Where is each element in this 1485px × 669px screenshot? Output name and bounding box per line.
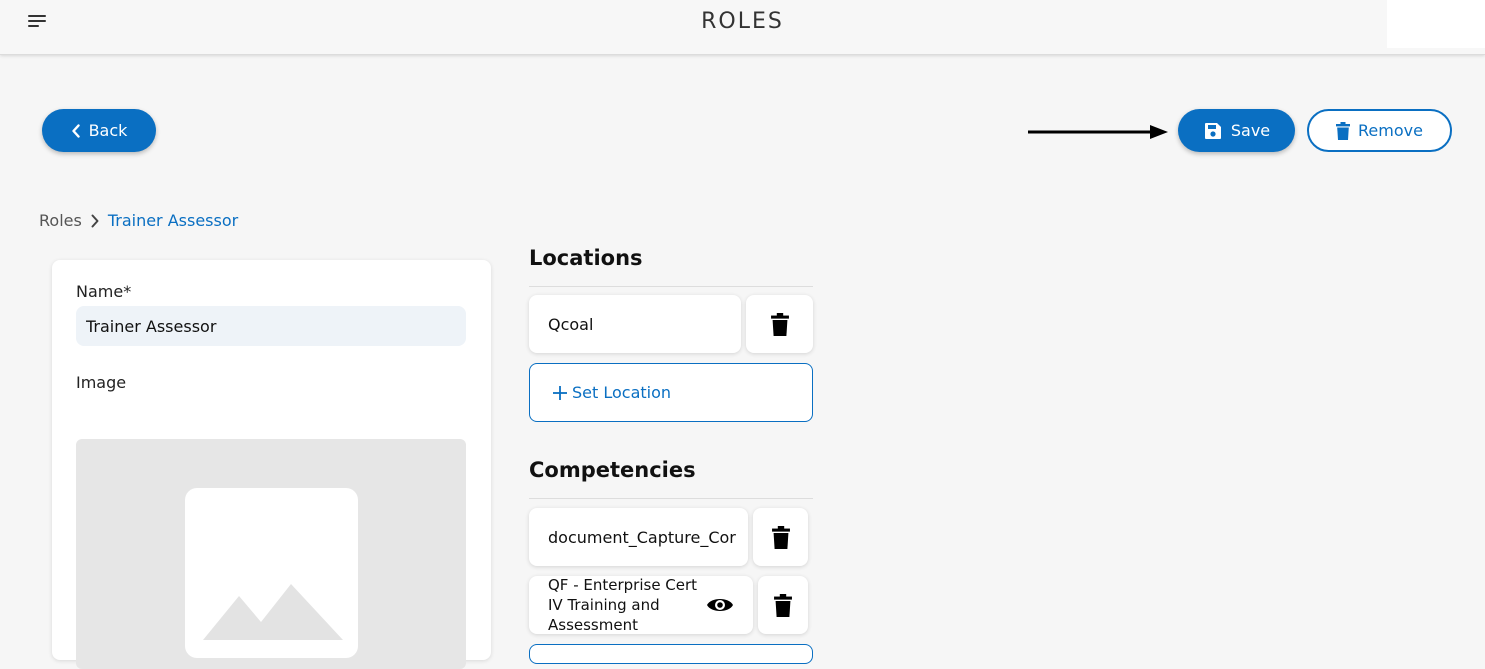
competency-item-label: document_Capture_Cor <box>548 527 736 547</box>
top-bar: ROLES <box>0 0 1485 55</box>
image-label: Image <box>76 373 127 392</box>
page-title: ROLES <box>701 9 784 34</box>
image-upload-area[interactable] <box>76 439 466 669</box>
image-placeholder-icon <box>203 584 343 640</box>
plus-icon <box>553 385 567 400</box>
role-form-card: Name* Image <box>52 260 491 669</box>
name-label: Name* <box>76 282 132 301</box>
chevron-left-icon <box>71 123 80 138</box>
locations-divider <box>529 286 813 287</box>
competency-delete-button[interactable] <box>753 508 808 566</box>
eye-icon[interactable] <box>706 595 734 615</box>
breadcrumb-current: Trainer Assessor <box>107 211 239 230</box>
trash-icon <box>771 525 790 549</box>
top-right-panel <box>1387 0 1485 48</box>
chevron-right-icon <box>91 214 99 227</box>
back-button-label: Back <box>88 121 128 140</box>
image-placeholder <box>185 488 358 658</box>
location-delete-button[interactable] <box>746 295 813 353</box>
set-location-label: Set Location <box>572 383 672 402</box>
trash-icon <box>770 312 789 336</box>
remove-button[interactable]: Remove <box>1307 109 1452 152</box>
trash-icon <box>774 593 792 617</box>
competency-delete-button[interactable] <box>758 576 808 634</box>
breadcrumb-roles-link[interactable]: Roles <box>39 211 82 230</box>
location-item: Qcoal <box>529 295 741 353</box>
add-competency-button[interactable] <box>529 644 813 664</box>
competency-item-label: QF - Enterprise Cert IV Training and Ass… <box>548 576 698 634</box>
save-button[interactable]: Save <box>1178 109 1295 152</box>
remove-button-label: Remove <box>1358 121 1423 140</box>
competencies-title: Competencies <box>529 458 696 482</box>
save-button-label: Save <box>1230 121 1271 140</box>
trash-icon <box>1336 121 1351 140</box>
arrow-right-icon <box>1028 125 1168 139</box>
breadcrumb: Roles Trainer Assessor <box>39 211 238 230</box>
location-item-label: Qcoal <box>548 314 594 334</box>
competency-item: document_Capture_Cor <box>529 508 748 566</box>
competencies-divider <box>529 498 813 499</box>
set-location-button[interactable]: Set Location <box>529 363 813 422</box>
locations-title: Locations <box>529 246 643 270</box>
back-button[interactable]: Back <box>42 109 156 152</box>
save-icon <box>1204 122 1221 139</box>
name-field[interactable] <box>76 306 466 346</box>
